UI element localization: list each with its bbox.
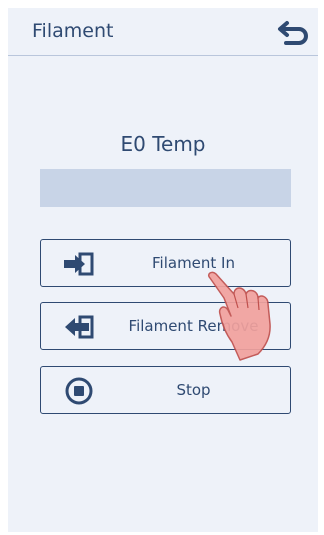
header-bar: Filament (8, 8, 318, 56)
page-title: Filament (32, 20, 114, 42)
filament-out-icon (61, 312, 97, 342)
filament-in-button[interactable]: Filament In (40, 239, 291, 287)
back-button[interactable] (274, 14, 314, 50)
filament-in-icon (61, 249, 97, 279)
e0-temp-label: E0 Temp (120, 132, 206, 156)
stop-icon (61, 376, 97, 406)
filament-remove-label: Filament Remove (128, 317, 259, 335)
temperature-display (40, 169, 291, 207)
stop-button[interactable]: Stop (40, 366, 291, 414)
return-arrow-icon (278, 21, 308, 45)
filament-in-label: Filament In (152, 254, 235, 272)
stop-label: Stop (176, 381, 211, 399)
filament-remove-button[interactable]: Filament Remove (40, 302, 291, 350)
filament-screen: Filament E0 Temp Filament In Filament Re… (8, 8, 318, 532)
